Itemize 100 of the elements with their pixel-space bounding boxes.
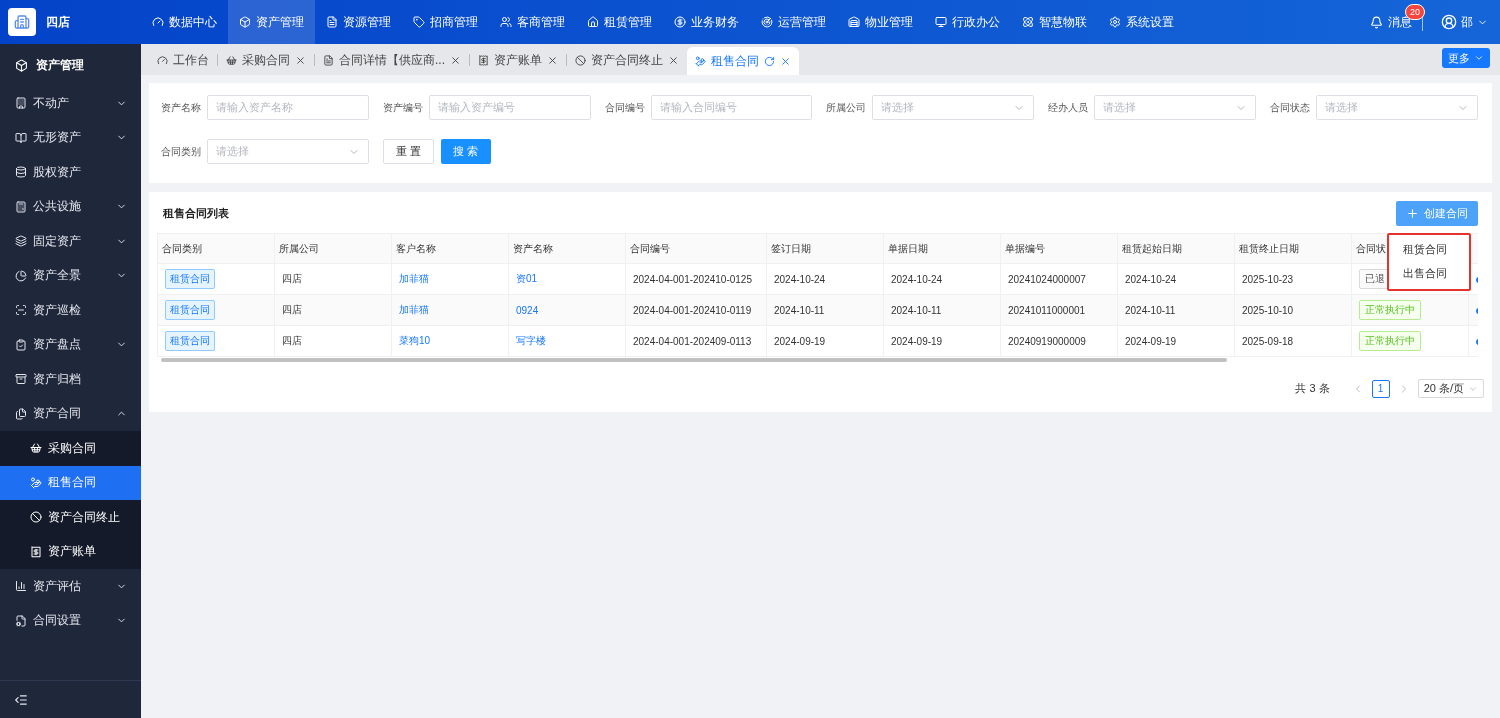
page-tab[interactable]: 采购合同 (218, 46, 314, 74)
bar-chart-icon (15, 580, 27, 593)
table-cell: 2024-10-11 (766, 294, 884, 326)
table-cell: 2024-10-24 (766, 263, 884, 295)
sidebar-item[interactable]: 股权资产 (0, 155, 141, 190)
category-tag: 租赁合同 (165, 331, 215, 351)
page-size-select[interactable]: 20 条/页 (1417, 379, 1484, 398)
collapse-icon[interactable] (14, 692, 28, 707)
nav-item[interactable]: 运营管理 (750, 0, 837, 44)
sidebar-item[interactable]: 资产盘点 (0, 327, 141, 362)
nav-item[interactable]: 数据中心 (141, 0, 228, 44)
sidebar-item[interactable]: 不动产 (0, 86, 141, 121)
close-icon[interactable] (780, 55, 791, 67)
sidebar-item[interactable]: 无形资产 (0, 120, 141, 155)
submenu-item[interactable]: 资产账单 (0, 534, 141, 569)
menu-item[interactable]: 租赁合同 (1389, 238, 1469, 262)
close-icon[interactable] (547, 54, 558, 66)
page-button[interactable]: 1 (1371, 379, 1390, 398)
table-link[interactable]: 加菲猫 (391, 294, 509, 326)
sidebar-item[interactable]: 固定资产 (0, 224, 141, 259)
nav-item[interactable]: 物业管理 (837, 0, 924, 44)
sidebar-label[interactable]: 合同设置 (33, 612, 81, 630)
nav-item[interactable]: 系统设置 (1098, 0, 1185, 44)
nav-item[interactable]: 业务财务 (663, 0, 750, 44)
sidebar-label[interactable]: 无形资产 (33, 129, 81, 147)
reset-button[interactable]: 重 置 (382, 139, 434, 164)
cube-icon (15, 58, 28, 72)
menu-item[interactable]: 出售合同 (1389, 262, 1469, 286)
close-icon[interactable] (450, 54, 461, 66)
sidebar-label[interactable]: 资产评估 (33, 577, 81, 595)
table-link[interactable]: 资01 (508, 263, 626, 295)
column-header: 合同类别 (157, 233, 275, 264)
page-tab[interactable]: 租售合同 (687, 47, 799, 75)
bell-icon[interactable] (1370, 15, 1383, 29)
sidebar-label[interactable]: 不动产 (33, 94, 69, 112)
submenu-label[interactable]: 采购合同 (48, 439, 96, 457)
table-cell: 2024-10-24 (883, 263, 1001, 295)
database-icon (15, 166, 27, 179)
column-header: 合同编号 (625, 233, 767, 264)
nav-item[interactable]: 客商管理 (489, 0, 576, 44)
gauge-icon (152, 16, 164, 28)
close-icon[interactable] (668, 54, 679, 66)
page-tab[interactable]: 合同详情【供应商... (315, 46, 469, 74)
sidebar-label[interactable]: 资产巡检 (33, 301, 81, 319)
nav-item[interactable]: 行政办公 (924, 0, 1011, 44)
sidebar-label[interactable]: 资产盘点 (33, 336, 81, 354)
table-link[interactable]: 菜狗10 (391, 325, 509, 357)
hand-coins-icon (695, 55, 706, 67)
submenu-label[interactable]: 资产合同终止 (48, 508, 120, 526)
ban-icon (575, 54, 586, 66)
sidebar-item[interactable]: 资产归档 (0, 362, 141, 397)
nav-item[interactable]: 智慧物联 (1011, 0, 1098, 44)
page-tab[interactable]: 工作台 (149, 46, 217, 74)
sidebar-label[interactable]: 股权资产 (33, 163, 81, 181)
sidebar-item[interactable]: 资产全景 (0, 258, 141, 293)
sidebar-label[interactable]: 公共设施 (33, 198, 81, 216)
filter-label: 合同编号 (604, 100, 643, 115)
table-link[interactable]: 0924 (508, 294, 626, 326)
sidebar-item[interactable]: 资产巡检 (0, 293, 141, 328)
category-tag: 租赁合同 (165, 300, 215, 320)
nav-item[interactable]: 租赁管理 (576, 0, 663, 44)
nav-item[interactable]: 招商管理 (402, 0, 489, 44)
user-name[interactable]: 邵 (1461, 13, 1473, 31)
sidebar-label[interactable]: 固定资产 (33, 232, 81, 250)
sidebar-item[interactable]: 合同设置 (0, 603, 141, 638)
scan-icon (15, 304, 27, 317)
sidebar-item[interactable]: 资产合同 (0, 396, 141, 431)
table-link[interactable]: 写字楼 (508, 325, 626, 357)
page-tab[interactable]: 资产账单 (470, 46, 566, 74)
receipt-icon (30, 545, 42, 558)
submenu-label[interactable]: 租售合同 (48, 474, 96, 492)
submenu-item[interactable]: 采购合同 (0, 431, 141, 466)
close-icon[interactable] (295, 54, 306, 66)
page-tab[interactable]: 资产合同终止 (567, 46, 687, 74)
submenu-label[interactable]: 资产账单 (48, 543, 96, 561)
total-count: 共 3 条 (1295, 381, 1330, 396)
sidebar-label[interactable]: 资产合同 (33, 405, 81, 423)
status-tag: 正常执行中 (1359, 300, 1421, 320)
column-header: 单据日期 (883, 233, 1001, 264)
tag-icon (413, 16, 425, 28)
sidebar-item[interactable]: 资产评估 (0, 569, 141, 604)
submenu-item[interactable]: 资产合同终止 (0, 500, 141, 535)
document-icon (326, 16, 338, 28)
sidebar-label[interactable]: 资产全景 (33, 267, 81, 285)
nav-item[interactable]: 资产管理 (228, 0, 315, 44)
scrollbar[interactable] (161, 358, 1227, 362)
avatar-icon[interactable] (1441, 14, 1457, 30)
sidebar-label[interactable]: 资产归档 (33, 370, 81, 388)
nav-item[interactable]: 资源管理 (315, 0, 402, 44)
more-button[interactable]: 更多 (1442, 48, 1490, 68)
basket-icon (30, 442, 42, 455)
table-link[interactable]: 加菲猫 (391, 263, 509, 295)
plus-icon (1406, 207, 1419, 220)
refresh-icon[interactable] (764, 55, 775, 67)
column-header: 签订日期 (766, 233, 884, 264)
table-cell: 2024-09-19 (1117, 325, 1235, 357)
column-header: 所属公司 (274, 233, 392, 264)
table-title: 租售合同列表 (163, 206, 229, 221)
submenu-item[interactable]: 租售合同 (0, 465, 141, 500)
sidebar-item[interactable]: 公共设施 (0, 189, 141, 224)
